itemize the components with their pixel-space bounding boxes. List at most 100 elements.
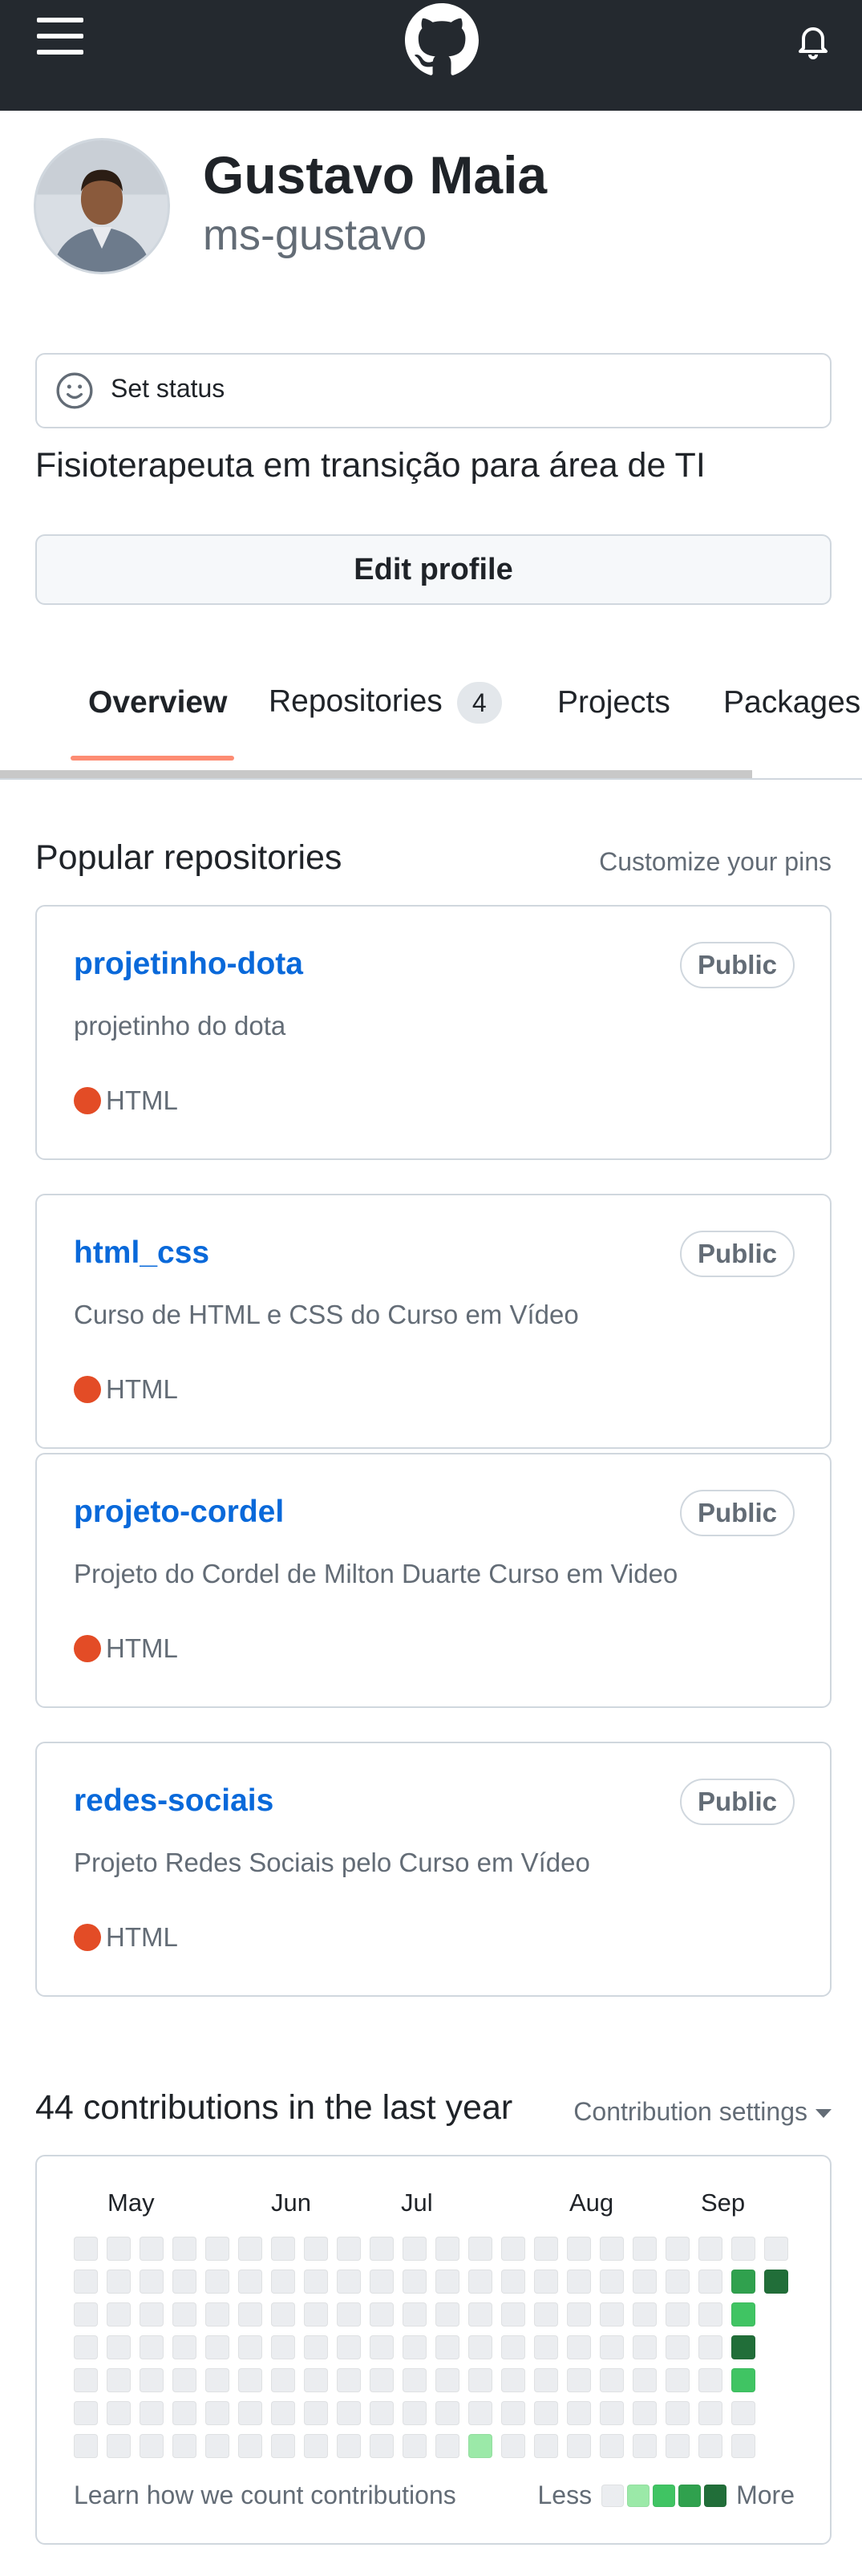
contribution-day[interactable] [370, 2237, 394, 2261]
contribution-day[interactable] [304, 2237, 328, 2261]
contribution-day[interactable] [172, 2237, 196, 2261]
hamburger-icon[interactable] [37, 18, 85, 58]
bell-icon[interactable] [794, 21, 832, 59]
contribution-day[interactable] [271, 2270, 295, 2294]
contribution-day[interactable] [172, 2270, 196, 2294]
contribution-day[interactable] [468, 2434, 492, 2458]
contribution-day[interactable] [698, 2237, 722, 2261]
contribution-day[interactable] [107, 2270, 131, 2294]
contribution-day[interactable] [140, 2270, 164, 2294]
contribution-day[interactable] [337, 2237, 361, 2261]
contribution-day[interactable] [337, 2335, 361, 2359]
repo-name-link[interactable]: html_css [74, 1235, 209, 1271]
contribution-day[interactable] [370, 2302, 394, 2327]
contribution-day[interactable] [304, 2302, 328, 2327]
contribution-day[interactable] [238, 2237, 262, 2261]
contribution-day[interactable] [107, 2368, 131, 2392]
contribution-day[interactable] [600, 2237, 624, 2261]
contribution-day[interactable] [304, 2434, 328, 2458]
contribution-day[interactable] [370, 2335, 394, 2359]
contribution-day[interactable] [666, 2368, 690, 2392]
contribution-day[interactable] [698, 2270, 722, 2294]
contribution-day[interactable] [271, 2237, 295, 2261]
contribution-day[interactable] [172, 2302, 196, 2327]
contribution-day[interactable] [370, 2368, 394, 2392]
contribution-day[interactable] [468, 2368, 492, 2392]
contribution-day[interactable] [666, 2270, 690, 2294]
contribution-day[interactable] [172, 2368, 196, 2392]
contribution-day[interactable] [468, 2401, 492, 2425]
contribution-settings-dropdown[interactable]: Contribution settings [573, 2097, 832, 2127]
contribution-day[interactable] [764, 2237, 788, 2261]
contribution-day[interactable] [698, 2434, 722, 2458]
contribution-day[interactable] [238, 2368, 262, 2392]
contribution-day[interactable] [731, 2434, 755, 2458]
contribution-day[interactable] [370, 2434, 394, 2458]
contribution-day[interactable] [337, 2270, 361, 2294]
avatar[interactable] [34, 138, 170, 274]
contribution-day[interactable] [435, 2401, 459, 2425]
contribution-day[interactable] [304, 2270, 328, 2294]
contribution-day[interactable] [567, 2434, 591, 2458]
contribution-day[interactable] [271, 2368, 295, 2392]
tab-packages[interactable]: Packages [723, 685, 860, 720]
contribution-day[interactable] [107, 2401, 131, 2425]
contribution-day[interactable] [74, 2434, 98, 2458]
contribution-day[interactable] [698, 2368, 722, 2392]
contribution-day[interactable] [205, 2368, 229, 2392]
contribution-day[interactable] [304, 2401, 328, 2425]
contribution-day[interactable] [140, 2237, 164, 2261]
contribution-day[interactable] [435, 2270, 459, 2294]
contribution-day[interactable] [600, 2335, 624, 2359]
contribution-day[interactable] [271, 2401, 295, 2425]
contribution-day[interactable] [140, 2434, 164, 2458]
contribution-day[interactable] [107, 2237, 131, 2261]
contribution-day[interactable] [403, 2270, 427, 2294]
tab-repositories[interactable]: Repositories 4 [269, 682, 502, 724]
contribution-day[interactable] [501, 2302, 525, 2327]
contribution-day[interactable] [238, 2270, 262, 2294]
contribution-day[interactable] [74, 2335, 98, 2359]
contribution-day[interactable] [74, 2368, 98, 2392]
contribution-day[interactable] [468, 2270, 492, 2294]
contribution-day[interactable] [600, 2270, 624, 2294]
contribution-day[interactable] [666, 2401, 690, 2425]
contribution-day[interactable] [666, 2237, 690, 2261]
contribution-day[interactable] [403, 2401, 427, 2425]
contribution-day[interactable] [403, 2368, 427, 2392]
contribution-day[interactable] [567, 2368, 591, 2392]
contribution-day[interactable] [205, 2270, 229, 2294]
contribution-day[interactable] [205, 2237, 229, 2261]
contribution-day[interactable] [698, 2302, 722, 2327]
contribution-day[interactable] [633, 2237, 657, 2261]
contribution-day[interactable] [271, 2434, 295, 2458]
contribution-day[interactable] [633, 2401, 657, 2425]
contribution-day[interactable] [600, 2434, 624, 2458]
contribution-day[interactable] [600, 2302, 624, 2327]
contribution-day[interactable] [403, 2434, 427, 2458]
contribution-day[interactable] [205, 2302, 229, 2327]
tab-projects[interactable]: Projects [557, 685, 670, 720]
contribution-day[interactable] [731, 2335, 755, 2359]
repo-name-link[interactable]: projetinho-dota [74, 947, 303, 982]
contribution-day[interactable] [271, 2302, 295, 2327]
customize-pins-link[interactable]: Customize your pins [599, 847, 832, 877]
contribution-day[interactable] [698, 2335, 722, 2359]
contribution-day[interactable] [501, 2335, 525, 2359]
tabs-scrollbar[interactable] [0, 770, 752, 778]
contribution-day[interactable] [501, 2368, 525, 2392]
contribution-day[interactable] [238, 2302, 262, 2327]
contribution-day[interactable] [764, 2270, 788, 2294]
repo-name-link[interactable]: projeto-cordel [74, 1495, 284, 1530]
contribution-day[interactable] [205, 2335, 229, 2359]
contribution-day[interactable] [633, 2335, 657, 2359]
contribution-day[interactable] [238, 2335, 262, 2359]
contribution-day[interactable] [567, 2335, 591, 2359]
contribution-day[interactable] [74, 2302, 98, 2327]
contribution-day[interactable] [337, 2401, 361, 2425]
contribution-day[interactable] [468, 2302, 492, 2327]
contribution-day[interactable] [633, 2302, 657, 2327]
contribution-day[interactable] [370, 2270, 394, 2294]
contribution-day[interactable] [304, 2368, 328, 2392]
contribution-day[interactable] [435, 2302, 459, 2327]
